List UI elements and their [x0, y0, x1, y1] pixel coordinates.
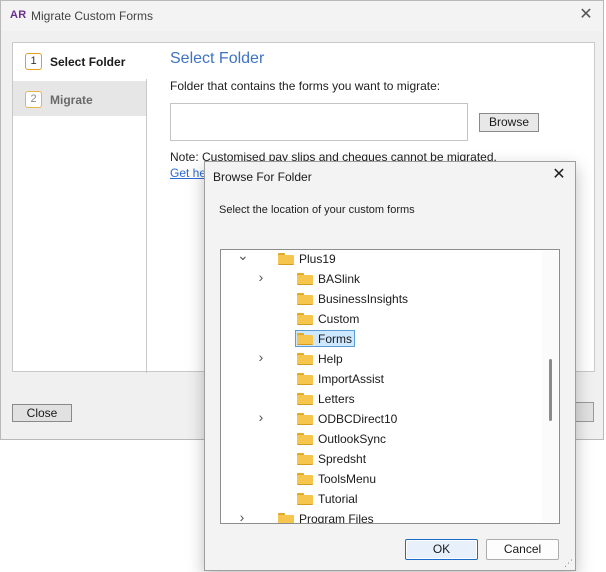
chevron-down-icon[interactable]: ⌄: [237, 250, 249, 262]
folder-icon: [297, 293, 313, 305]
folder-icon: [297, 453, 313, 465]
folder-icon: [297, 413, 313, 425]
window-close-icon[interactable]: ✕: [577, 6, 595, 24]
folder-path-input[interactable]: [170, 103, 468, 141]
folder-tree[interactable]: › Program Files Tutorial ToolsMenu Spredsht O…: [220, 249, 560, 524]
get-help-link[interactable]: Get he: [170, 166, 206, 180]
tree-item-label: Letters: [318, 392, 355, 406]
tree-item-label: BASlink: [318, 272, 361, 286]
tree-item-label: Spredsht: [318, 452, 367, 466]
window-title: Migrate Custom Forms: [31, 9, 154, 23]
steps-divider: [146, 79, 147, 373]
tree-item-label: Custom: [318, 312, 360, 326]
tree-item[interactable]: BusinessInsights: [221, 289, 543, 309]
scrollbar-thumb[interactable]: [549, 359, 552, 421]
main-titlebar: AR Migrate Custom Forms ✕: [1, 1, 603, 31]
dialog-title: Browse For Folder: [213, 170, 312, 184]
step-number-badge: 2: [25, 91, 42, 108]
tree-item-label: Tutorial: [318, 492, 358, 506]
tree-scrollbar[interactable]: [542, 251, 558, 522]
tree-item[interactable]: ToolsMenu: [221, 469, 543, 489]
resize-grip-icon[interactable]: ⋰: [563, 558, 573, 568]
chevron-right-icon[interactable]: ›: [256, 410, 266, 424]
tree-item-label: BusinessInsights: [318, 292, 409, 306]
app-logo: AR: [10, 9, 27, 21]
dialog-close-icon[interactable]: ✕: [550, 166, 568, 184]
tree-item[interactable]: Custom: [221, 309, 543, 329]
folder-icon: [297, 473, 313, 485]
tree-item[interactable]: › BASlink: [221, 269, 543, 289]
tree-item[interactable]: › Program Files: [221, 509, 543, 524]
tree-item[interactable]: Letters: [221, 389, 543, 409]
tree-item[interactable]: › Help: [221, 349, 543, 369]
folder-icon: [297, 353, 313, 365]
close-button[interactable]: Close: [12, 404, 72, 422]
tree-item-label: Forms: [318, 332, 352, 346]
dialog-titlebar: Browse For Folder ✕: [205, 162, 575, 192]
folder-icon: [297, 313, 313, 325]
wizard-steps: 1 Select Folder 2 Migrate: [13, 43, 147, 373]
tree-item-label: ODBCDirect10: [318, 412, 398, 426]
dialog-instruction: Select the location of your custom forms: [219, 204, 415, 216]
tree-item-label: Plus19: [299, 252, 336, 266]
tree-item[interactable]: Tutorial: [221, 489, 543, 509]
tree-item[interactable]: ⌄ Plus19: [221, 250, 543, 269]
cancel-button[interactable]: Cancel: [486, 539, 559, 560]
tree-item[interactable]: Forms: [221, 329, 543, 349]
step-select-folder[interactable]: 1 Select Folder: [13, 43, 147, 79]
tree-item-label: ImportAssist: [318, 372, 385, 386]
chevron-right-icon[interactable]: ›: [256, 350, 266, 364]
folder-icon: [297, 273, 313, 285]
browse-for-folder-dialog: Browse For Folder ✕ Select the location …: [204, 161, 576, 571]
tree-item[interactable]: › ODBCDirect10: [221, 409, 543, 429]
chevron-right-icon[interactable]: ›: [237, 510, 247, 523]
tree-item[interactable]: OutlookSync: [221, 429, 543, 449]
tree-item-label: Help: [318, 352, 343, 366]
folder-icon: [278, 253, 294, 265]
tree-item-label: OutlookSync: [318, 432, 387, 446]
step-migrate[interactable]: 2 Migrate: [13, 81, 147, 116]
folder-icon: [297, 433, 313, 445]
chevron-right-icon[interactable]: ›: [256, 270, 266, 284]
browse-button[interactable]: Browse: [479, 113, 539, 132]
folder-icon: [297, 373, 313, 385]
ok-button[interactable]: OK: [405, 539, 478, 560]
page-title: Select Folder: [170, 50, 265, 67]
tree-item[interactable]: ImportAssist: [221, 369, 543, 389]
tree-item[interactable]: Spredsht: [221, 449, 543, 469]
step-label: Select Folder: [50, 55, 126, 69]
tree-item-label: Program Files: [299, 512, 374, 524]
folder-icon: [278, 513, 294, 523]
folder-field-label: Folder that contains the forms you want …: [170, 79, 441, 93]
tree-item-label: ToolsMenu: [318, 472, 377, 486]
step-number-badge: 1: [25, 53, 42, 70]
folder-icon: [297, 493, 313, 505]
step-label: Migrate: [50, 93, 93, 107]
folder-icon: [297, 393, 313, 405]
folder-icon: [297, 333, 313, 345]
